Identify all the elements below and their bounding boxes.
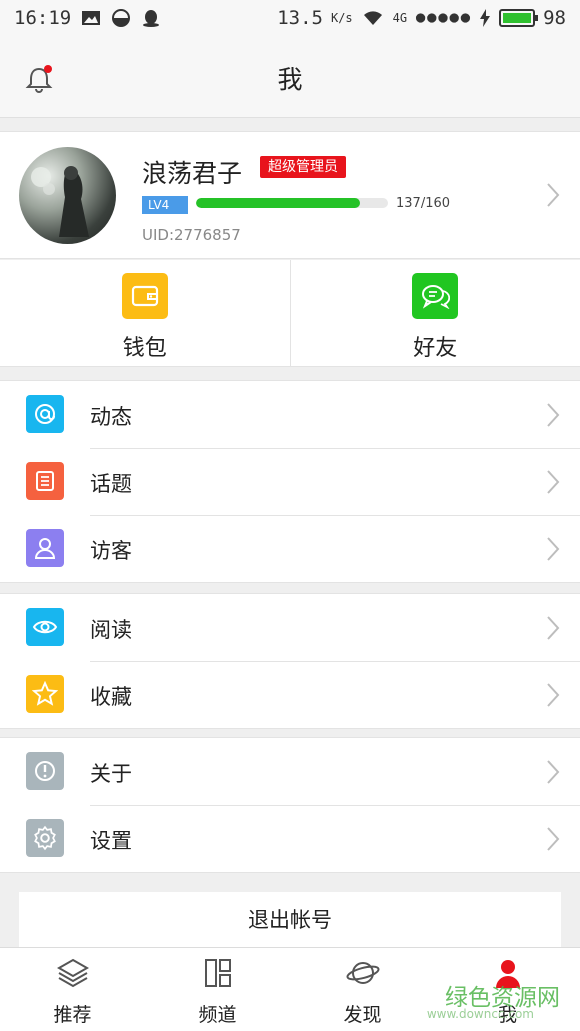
half-circle-icon: [112, 9, 131, 27]
menu-group-activity: 动态 话题 访客: [0, 380, 580, 583]
chevron-right-icon: [547, 183, 560, 207]
chevron-right-icon: [547, 827, 560, 851]
header: 我: [0, 36, 580, 118]
menu-group-reading: 阅读 收藏: [0, 593, 580, 729]
menu-item-reading[interactable]: 阅读: [0, 594, 580, 661]
user-id: UID:2776857: [142, 226, 241, 244]
net-speed: 13.5: [277, 7, 323, 29]
role-badge: 超级管理员: [260, 156, 346, 178]
menu-item-label: 收藏: [90, 685, 132, 709]
menu-item-label: 阅读: [90, 618, 132, 642]
charging-icon: [480, 9, 491, 27]
list-icon: [26, 462, 64, 500]
username: 浪荡君子: [142, 159, 243, 188]
tab-channels[interactable]: 频道: [145, 948, 290, 1031]
menu-item-visitors[interactable]: 访客: [0, 515, 580, 582]
gear-icon: [26, 819, 64, 857]
watermark-sub: www.downcc.com: [426, 1007, 534, 1021]
net-speed-unit: K/s: [330, 11, 353, 25]
person-icon: [26, 529, 64, 567]
menu-item-label: 话题: [90, 472, 132, 496]
friends-button[interactable]: 好友: [289, 260, 580, 366]
menu-item-label: 访客: [90, 539, 132, 563]
menu-item-dynamics[interactable]: 动态: [0, 381, 580, 448]
battery-icon: [499, 9, 539, 27]
info-icon: [26, 752, 64, 790]
image-icon: [82, 11, 101, 25]
friends-label: 好友: [413, 336, 458, 361]
network-type: 4G: [392, 11, 408, 25]
at-icon: [26, 395, 64, 433]
menu-item-settings[interactable]: 设置: [0, 805, 580, 872]
planet-icon: [345, 962, 380, 984]
wallet-button[interactable]: 钱包: [0, 260, 290, 366]
layers-icon: [56, 958, 89, 988]
chevron-right-icon: [547, 683, 560, 707]
chevron-right-icon: [547, 537, 560, 561]
menu-item-about[interactable]: 关于: [0, 738, 580, 805]
chat-icon: [412, 273, 459, 319]
tab-recommend[interactable]: 推荐: [0, 948, 145, 1031]
menu-item-favorites[interactable]: 收藏: [0, 661, 580, 728]
exp-text: 137/160: [396, 196, 451, 211]
wallet-label: 钱包: [122, 336, 167, 361]
menu-item-label: 设置: [90, 829, 132, 853]
wallet-icon: [121, 273, 168, 319]
eye-icon: [26, 608, 64, 646]
menu-item-label: 关于: [90, 762, 132, 786]
tab-label: 频道: [198, 1004, 237, 1026]
avatar[interactable]: [19, 147, 116, 244]
grid-icon: [204, 959, 231, 987]
avatar-image: [31, 166, 89, 237]
status-time: 16:19: [14, 7, 72, 29]
star-icon: [26, 675, 64, 713]
quick-actions: 钱包 好友: [0, 260, 580, 367]
menu-group-settings: 关于 设置: [0, 737, 580, 873]
menu-item-label: 动态: [90, 405, 132, 429]
exp-progress-fill: [196, 198, 361, 208]
chevron-right-icon: [547, 760, 560, 784]
exp-progress-bar: [196, 198, 388, 208]
tab-discover[interactable]: 发现: [290, 948, 435, 1031]
battery-level: 98: [543, 7, 566, 29]
chevron-right-icon: [547, 616, 560, 640]
level-badge: LV4: [142, 196, 188, 214]
status-bar: 16:19 13.5 K/s 4G 98: [0, 0, 580, 36]
logout-button[interactable]: 退出帐号: [19, 892, 561, 948]
page-title: 我: [277, 65, 303, 94]
menu-item-topics[interactable]: 话题: [0, 448, 580, 515]
chevron-right-icon: [547, 470, 560, 494]
profile-card[interactable]: 浪荡君子 超级管理员 LV4 137/160 UID:2776857: [0, 131, 580, 259]
chevron-right-icon: [547, 403, 560, 427]
qq-icon: [143, 10, 160, 27]
signal-dots-icon: [416, 13, 471, 23]
tab-label: 推荐: [53, 1004, 92, 1026]
wifi-icon: [363, 11, 382, 25]
tab-label: 发现: [343, 1004, 382, 1026]
